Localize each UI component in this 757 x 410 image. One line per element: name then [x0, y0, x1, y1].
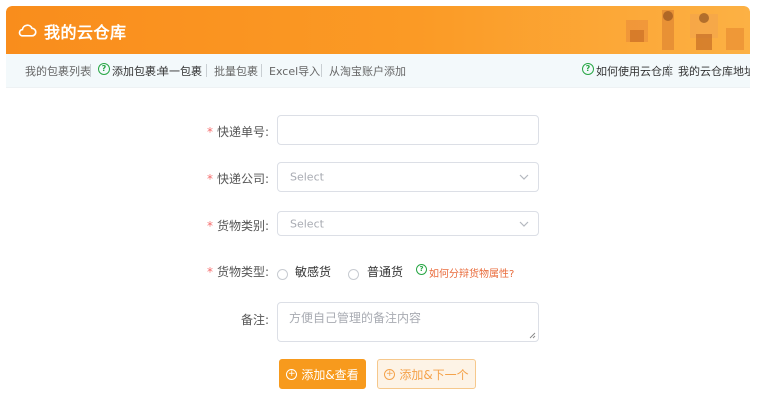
goods-category-label: * 货物类别:	[206, 219, 269, 233]
nav-divider	[261, 64, 262, 77]
help-icon[interactable]: ?	[582, 63, 594, 75]
courier-select-placeholder: Select	[290, 170, 324, 184]
cloud-icon	[18, 24, 37, 37]
goods-type-help-link[interactable]: 如何分辩货物属性?	[429, 265, 514, 280]
radio-label-sensitive[interactable]: 敏感货	[295, 263, 331, 280]
note-placeholder: 方便自己管理的备注内容	[289, 311, 422, 325]
nav-divider	[321, 64, 322, 77]
nav-batch-package[interactable]: 批量包裹	[214, 63, 258, 79]
add-and-view-button[interactable]: + 添加&查看	[279, 359, 366, 389]
note-label: 备注:	[240, 313, 269, 327]
plus-circle-icon: +	[286, 368, 298, 380]
chevron-down-icon	[519, 174, 529, 180]
help-icon[interactable]: ?	[416, 264, 427, 275]
courier-label: * 快递公司:	[206, 172, 269, 186]
nav-excel-import[interactable]: Excel导入	[269, 63, 320, 79]
goods-category-select-placeholder: Select	[290, 217, 324, 230]
radio-sensitive-goods[interactable]	[277, 269, 288, 280]
courier-select[interactable]: Select	[277, 162, 539, 192]
nav-divider	[90, 64, 91, 77]
nav-warehouse-address[interactable]: 我的云仓库地址	[678, 63, 750, 79]
chevron-down-icon	[519, 221, 529, 227]
nav-divider	[206, 64, 207, 77]
cloud-warehouse-panel: 我的云仓库 我的包裹列表 ? 添加包裹: 单一包裹 批量包裹 Excel导入 从…	[6, 6, 750, 410]
nav-single-package[interactable]: 单一包裹	[158, 63, 202, 79]
page-header: 我的云仓库	[6, 6, 750, 54]
help-icon[interactable]: ?	[98, 63, 110, 75]
goods-type-label: * 货物类型:	[206, 265, 269, 279]
add-and-next-button[interactable]: + 添加&下一个	[377, 359, 476, 389]
goods-category-select[interactable]: Select	[277, 211, 539, 236]
nav-taobao-add[interactable]: 从淘宝账户添加	[329, 63, 406, 79]
nav-divider	[669, 64, 670, 77]
tracking-number-label: * 快递单号:	[206, 125, 269, 139]
radio-normal-goods[interactable]	[348, 269, 359, 280]
warehouse-illustration	[626, 10, 744, 50]
plus-circle-icon: +	[384, 368, 396, 380]
resize-handle-icon[interactable]	[529, 332, 536, 339]
nav-add-package-label: 添加包裹:	[112, 65, 160, 78]
nav-how-to-use[interactable]: 如何使用云仓库	[596, 63, 673, 79]
page-title: 我的云仓库	[44, 23, 127, 42]
note-textarea[interactable]: 方便自己管理的备注内容	[277, 302, 539, 342]
nav-my-packages[interactable]: 我的包裹列表	[25, 63, 91, 79]
tracking-number-input[interactable]	[277, 115, 539, 145]
radio-label-normal[interactable]: 普通货	[367, 263, 403, 280]
sub-navigation: 我的包裹列表 ? 添加包裹: 单一包裹 批量包裹 Excel导入 从淘宝账户添加…	[6, 54, 750, 88]
